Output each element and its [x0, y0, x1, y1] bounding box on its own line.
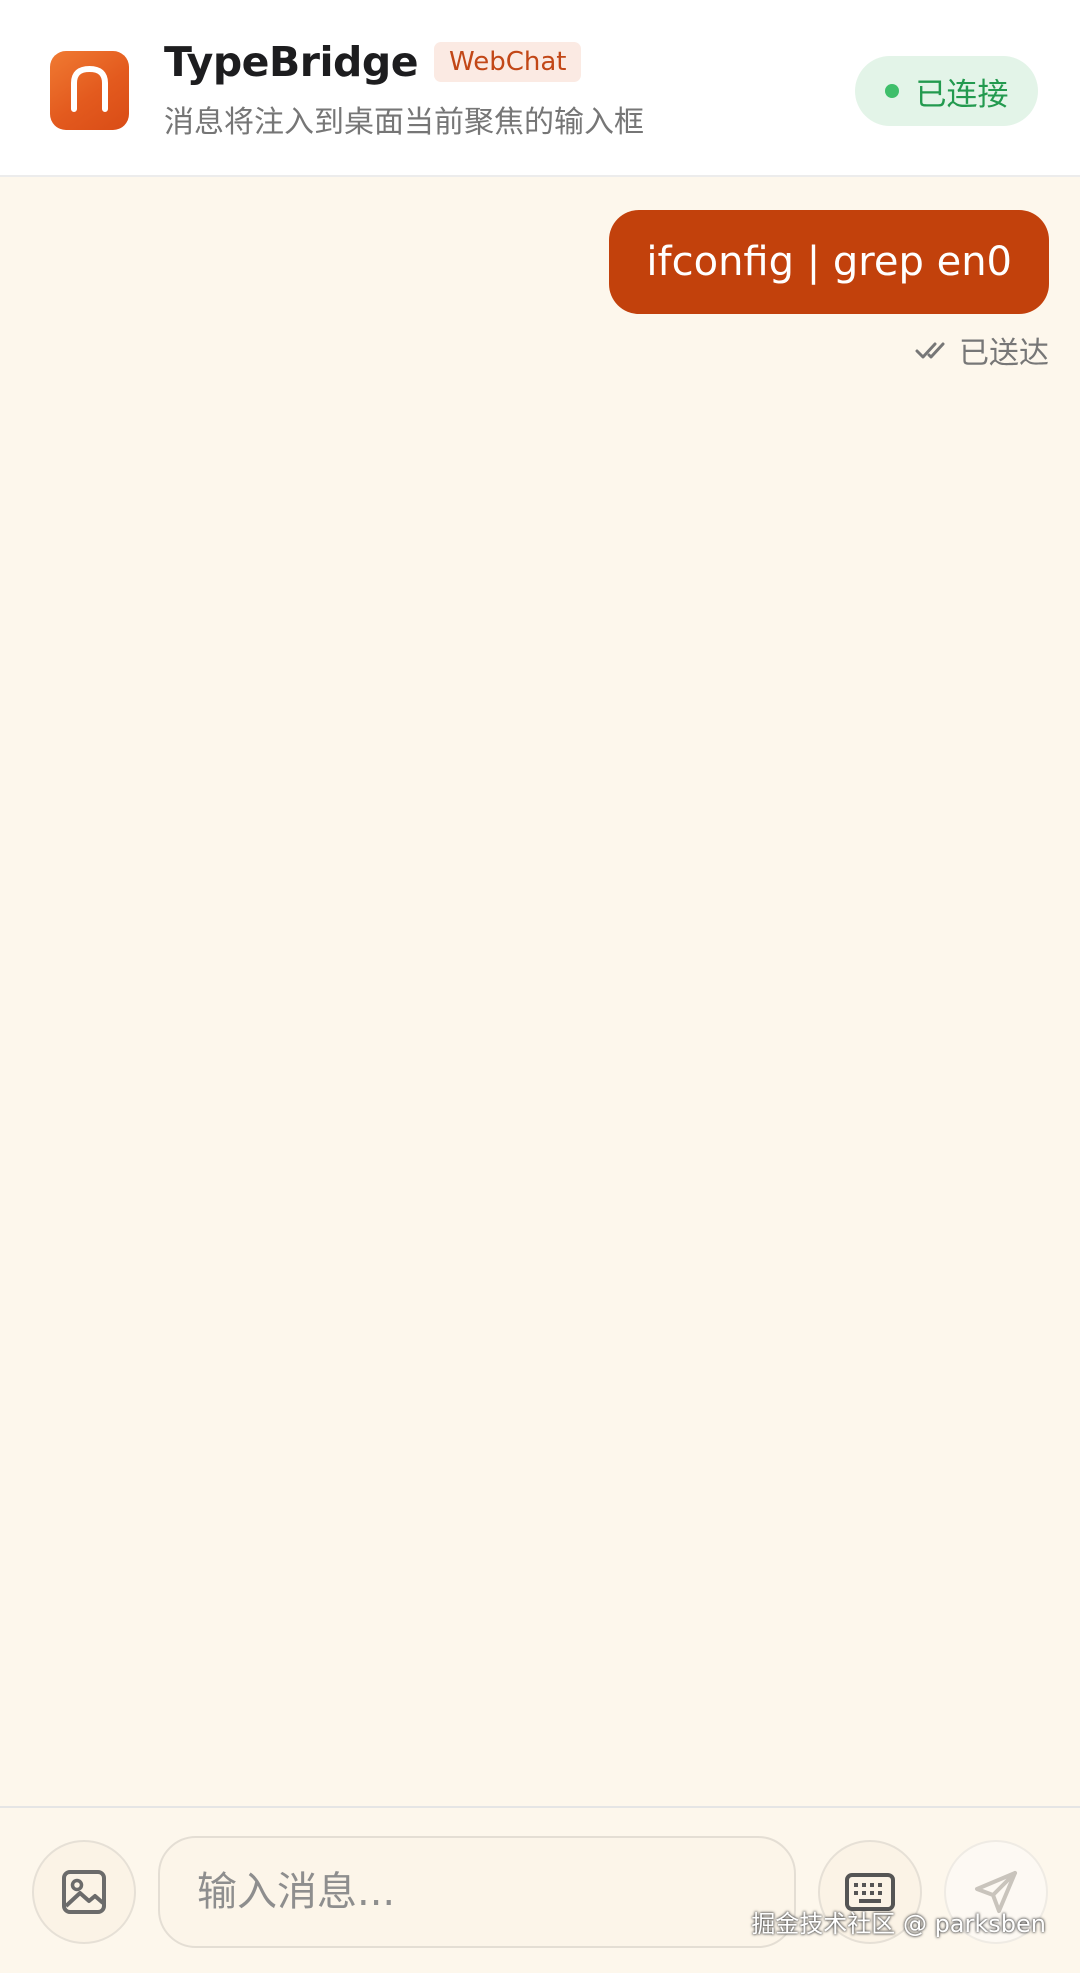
header: TypeBridge WebChat 消息将注入到桌面当前聚焦的输入框 已连接	[0, 0, 1080, 177]
message-input[interactable]	[158, 1836, 796, 1948]
app-root: TypeBridge WebChat 消息将注入到桌面当前聚焦的输入框 已连接 …	[0, 0, 1080, 1973]
connection-status-badge: 已连接	[855, 56, 1038, 126]
watermark: 掘金技术社区 @ parksben	[751, 1910, 1046, 1938]
message-delivery-status: 已送达	[915, 328, 1049, 372]
delivery-status-label: 已送达	[959, 336, 1049, 371]
connection-status-label: 已连接	[915, 76, 1009, 113]
app-logo-icon	[50, 51, 129, 130]
header-subtitle: 消息将注入到桌面当前聚焦的输入框	[164, 105, 644, 140]
app-title: TypeBridge	[164, 38, 419, 86]
double-check-icon	[915, 342, 945, 359]
attach-image-button[interactable]	[32, 1840, 136, 1944]
webchat-badge: WebChat	[434, 42, 582, 82]
outgoing-message-bubble[interactable]: ifconfig | grep en0	[609, 210, 1049, 314]
title-row: TypeBridge WebChat	[164, 34, 582, 90]
image-icon	[62, 1870, 106, 1914]
status-dot-icon	[884, 84, 899, 98]
composer-bar	[0, 1806, 1080, 1973]
chat-area[interactable]: ifconfig | grep en0 已送达	[0, 177, 1080, 1806]
